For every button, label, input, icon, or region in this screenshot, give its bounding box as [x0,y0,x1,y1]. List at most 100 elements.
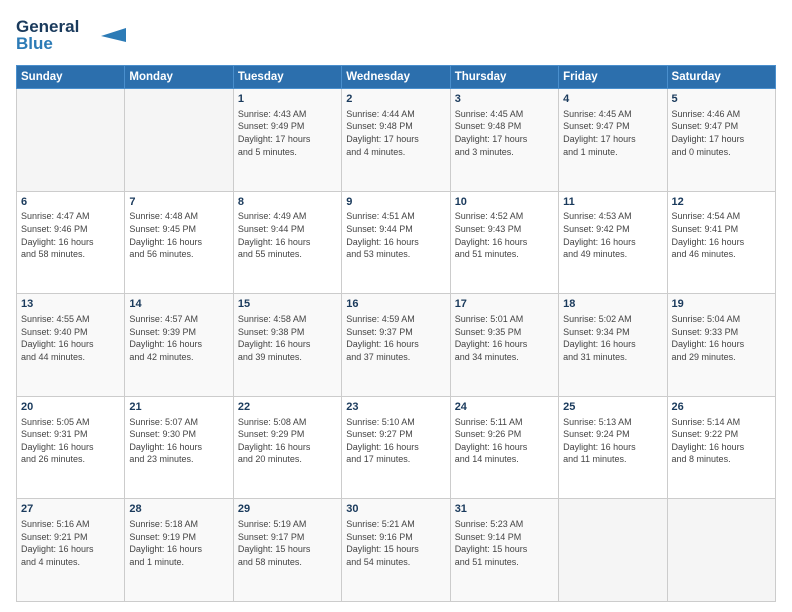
day-number: 15 [238,297,337,312]
header: General Blue [16,14,776,57]
day-info: Sunrise: 4:57 AM Sunset: 9:39 PM Dayligh… [129,313,228,363]
day-number: 14 [129,297,228,312]
calendar-cell: 26Sunrise: 5:14 AM Sunset: 9:22 PM Dayli… [667,396,775,499]
calendar-cell: 16Sunrise: 4:59 AM Sunset: 9:37 PM Dayli… [342,294,450,397]
day-number: 20 [21,400,120,415]
week-row-4: 20Sunrise: 5:05 AM Sunset: 9:31 PM Dayli… [17,396,776,499]
day-info: Sunrise: 4:54 AM Sunset: 9:41 PM Dayligh… [672,210,771,260]
calendar-cell: 29Sunrise: 5:19 AM Sunset: 9:17 PM Dayli… [233,499,341,602]
day-number: 3 [455,92,554,107]
calendar-cell: 1Sunrise: 4:43 AM Sunset: 9:49 PM Daylig… [233,89,341,192]
calendar-cell [667,499,775,602]
calendar-cell: 9Sunrise: 4:51 AM Sunset: 9:44 PM Daylig… [342,191,450,294]
weekday-header-sunday: Sunday [17,66,125,89]
day-info: Sunrise: 5:19 AM Sunset: 9:17 PM Dayligh… [238,518,337,568]
day-number: 11 [563,195,662,210]
day-number: 2 [346,92,445,107]
weekday-header-row: SundayMondayTuesdayWednesdayThursdayFrid… [17,66,776,89]
day-number: 6 [21,195,120,210]
weekday-header-tuesday: Tuesday [233,66,341,89]
logo-text: General Blue [16,14,126,57]
day-info: Sunrise: 5:21 AM Sunset: 9:16 PM Dayligh… [346,518,445,568]
day-info: Sunrise: 5:05 AM Sunset: 9:31 PM Dayligh… [21,416,120,466]
weekday-header-friday: Friday [559,66,667,89]
week-row-5: 27Sunrise: 5:16 AM Sunset: 9:21 PM Dayli… [17,499,776,602]
calendar-cell: 5Sunrise: 4:46 AM Sunset: 9:47 PM Daylig… [667,89,775,192]
day-info: Sunrise: 4:49 AM Sunset: 9:44 PM Dayligh… [238,210,337,260]
calendar-cell [125,89,233,192]
day-info: Sunrise: 4:45 AM Sunset: 9:48 PM Dayligh… [455,108,554,158]
day-number: 17 [455,297,554,312]
day-number: 5 [672,92,771,107]
day-info: Sunrise: 4:52 AM Sunset: 9:43 PM Dayligh… [455,210,554,260]
week-row-1: 1Sunrise: 4:43 AM Sunset: 9:49 PM Daylig… [17,89,776,192]
day-number: 25 [563,400,662,415]
day-number: 7 [129,195,228,210]
day-info: Sunrise: 5:02 AM Sunset: 9:34 PM Dayligh… [563,313,662,363]
day-number: 24 [455,400,554,415]
weekday-header-thursday: Thursday [450,66,558,89]
day-info: Sunrise: 4:43 AM Sunset: 9:49 PM Dayligh… [238,108,337,158]
calendar-cell: 24Sunrise: 5:11 AM Sunset: 9:26 PM Dayli… [450,396,558,499]
calendar-cell: 30Sunrise: 5:21 AM Sunset: 9:16 PM Dayli… [342,499,450,602]
calendar-cell: 10Sunrise: 4:52 AM Sunset: 9:43 PM Dayli… [450,191,558,294]
weekday-header-monday: Monday [125,66,233,89]
page: General Blue SundayMondayTuesdayWednesda… [0,0,792,612]
day-info: Sunrise: 5:18 AM Sunset: 9:19 PM Dayligh… [129,518,228,568]
calendar-cell: 28Sunrise: 5:18 AM Sunset: 9:19 PM Dayli… [125,499,233,602]
day-info: Sunrise: 4:59 AM Sunset: 9:37 PM Dayligh… [346,313,445,363]
day-number: 18 [563,297,662,312]
calendar-cell: 27Sunrise: 5:16 AM Sunset: 9:21 PM Dayli… [17,499,125,602]
day-info: Sunrise: 4:58 AM Sunset: 9:38 PM Dayligh… [238,313,337,363]
day-number: 16 [346,297,445,312]
day-info: Sunrise: 4:47 AM Sunset: 9:46 PM Dayligh… [21,210,120,260]
day-number: 27 [21,502,120,517]
calendar-cell: 17Sunrise: 5:01 AM Sunset: 9:35 PM Dayli… [450,294,558,397]
day-info: Sunrise: 5:07 AM Sunset: 9:30 PM Dayligh… [129,416,228,466]
calendar-cell: 2Sunrise: 4:44 AM Sunset: 9:48 PM Daylig… [342,89,450,192]
day-info: Sunrise: 4:48 AM Sunset: 9:45 PM Dayligh… [129,210,228,260]
calendar-cell: 23Sunrise: 5:10 AM Sunset: 9:27 PM Dayli… [342,396,450,499]
calendar-cell: 8Sunrise: 4:49 AM Sunset: 9:44 PM Daylig… [233,191,341,294]
day-info: Sunrise: 4:45 AM Sunset: 9:47 PM Dayligh… [563,108,662,158]
day-number: 12 [672,195,771,210]
day-number: 23 [346,400,445,415]
calendar-cell: 20Sunrise: 5:05 AM Sunset: 9:31 PM Dayli… [17,396,125,499]
day-number: 30 [346,502,445,517]
day-info: Sunrise: 4:46 AM Sunset: 9:47 PM Dayligh… [672,108,771,158]
day-number: 22 [238,400,337,415]
day-number: 4 [563,92,662,107]
day-number: 8 [238,195,337,210]
day-info: Sunrise: 5:04 AM Sunset: 9:33 PM Dayligh… [672,313,771,363]
day-info: Sunrise: 5:13 AM Sunset: 9:24 PM Dayligh… [563,416,662,466]
calendar-cell: 3Sunrise: 4:45 AM Sunset: 9:48 PM Daylig… [450,89,558,192]
weekday-header-wednesday: Wednesday [342,66,450,89]
day-number: 26 [672,400,771,415]
day-info: Sunrise: 4:51 AM Sunset: 9:44 PM Dayligh… [346,210,445,260]
logo: General Blue [16,14,126,57]
day-info: Sunrise: 5:16 AM Sunset: 9:21 PM Dayligh… [21,518,120,568]
day-info: Sunrise: 5:08 AM Sunset: 9:29 PM Dayligh… [238,416,337,466]
day-info: Sunrise: 4:44 AM Sunset: 9:48 PM Dayligh… [346,108,445,158]
svg-text:Blue: Blue [16,34,53,52]
calendar-cell [559,499,667,602]
calendar-cell: 6Sunrise: 4:47 AM Sunset: 9:46 PM Daylig… [17,191,125,294]
calendar-cell: 4Sunrise: 4:45 AM Sunset: 9:47 PM Daylig… [559,89,667,192]
day-number: 28 [129,502,228,517]
day-info: Sunrise: 4:53 AM Sunset: 9:42 PM Dayligh… [563,210,662,260]
calendar-cell: 7Sunrise: 4:48 AM Sunset: 9:45 PM Daylig… [125,191,233,294]
day-info: Sunrise: 5:23 AM Sunset: 9:14 PM Dayligh… [455,518,554,568]
calendar-cell: 21Sunrise: 5:07 AM Sunset: 9:30 PM Dayli… [125,396,233,499]
day-number: 19 [672,297,771,312]
weekday-header-saturday: Saturday [667,66,775,89]
calendar-cell: 22Sunrise: 5:08 AM Sunset: 9:29 PM Dayli… [233,396,341,499]
calendar-cell: 11Sunrise: 4:53 AM Sunset: 9:42 PM Dayli… [559,191,667,294]
day-info: Sunrise: 5:01 AM Sunset: 9:35 PM Dayligh… [455,313,554,363]
day-number: 13 [21,297,120,312]
day-info: Sunrise: 5:10 AM Sunset: 9:27 PM Dayligh… [346,416,445,466]
day-info: Sunrise: 4:55 AM Sunset: 9:40 PM Dayligh… [21,313,120,363]
day-info: Sunrise: 5:14 AM Sunset: 9:22 PM Dayligh… [672,416,771,466]
day-number: 10 [455,195,554,210]
calendar-cell: 25Sunrise: 5:13 AM Sunset: 9:24 PM Dayli… [559,396,667,499]
calendar-cell: 14Sunrise: 4:57 AM Sunset: 9:39 PM Dayli… [125,294,233,397]
